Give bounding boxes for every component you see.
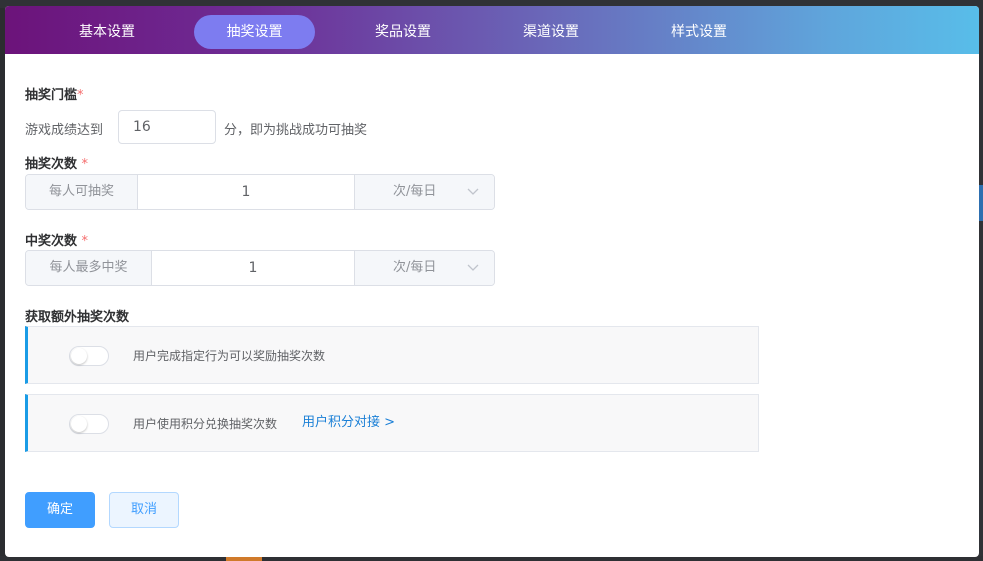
tab-channel-settings[interactable]: 渠道设置: [491, 15, 611, 49]
draw-count-unit: 次/每日: [393, 184, 437, 199]
draw-count-unit-select[interactable]: 次/每日: [354, 175, 494, 209]
win-count-input[interactable]: 1: [152, 251, 354, 285]
extra-draws-label: 获取额外抽奖次数: [25, 310, 130, 325]
toggle-knob: [71, 416, 87, 432]
lottery-settings-dialog: 基本设置 抽奖设置 奖品设置 渠道设置 样式设置 抽奖门槛* 游戏成绩达到 16…: [5, 6, 979, 557]
win-count-unit: 次/每日: [393, 260, 437, 275]
chevron-down-icon: [467, 264, 479, 271]
points-exchange-desc: 用户使用积分兑换抽奖次数: [133, 417, 278, 431]
tab-bar: 基本设置 抽奖设置 奖品设置 渠道设置 样式设置: [5, 6, 979, 54]
draw-count-input[interactable]: 1: [138, 175, 354, 209]
behavior-reward-desc: 用户完成指定行为可以奖励抽奖次数: [133, 349, 326, 363]
cancel-button[interactable]: 取消: [109, 492, 179, 528]
threshold-label-text: 抽奖门槛: [25, 88, 78, 103]
threshold-prefix: 游戏成绩达到: [25, 123, 104, 138]
required-mark: *: [77, 88, 84, 103]
win-count-label-text: 中奖次数: [25, 234, 78, 249]
win-count-prepend: 每人最多中奖: [26, 251, 152, 285]
confirm-button[interactable]: 确定: [25, 492, 95, 528]
draw-count-input-group: 每人可抽奖 1 次/每日: [25, 174, 495, 210]
extra-option-card: 用户完成指定行为可以奖励抽奖次数: [25, 326, 759, 384]
win-count-label: 中奖次数 *: [25, 230, 88, 249]
win-count-unit-select[interactable]: 次/每日: [354, 251, 494, 285]
points-integration-link[interactable]: 用户积分对接 >: [302, 414, 395, 432]
threshold-suffix: 分，即为挑战成功可抽奖: [224, 123, 368, 138]
chevron-down-icon: [467, 188, 479, 195]
required-mark: *: [81, 157, 89, 172]
required-mark: *: [81, 234, 89, 249]
threshold-label: 抽奖门槛*: [25, 84, 84, 103]
tab-style-settings[interactable]: 样式设置: [639, 15, 759, 49]
tab-basic-settings[interactable]: 基本设置: [47, 15, 167, 49]
tab-lottery-settings[interactable]: 抽奖设置: [194, 15, 315, 49]
draw-count-label-text: 抽奖次数: [25, 157, 78, 172]
behavior-reward-toggle[interactable]: [69, 346, 109, 366]
points-exchange-toggle[interactable]: [69, 414, 109, 434]
score-threshold-input[interactable]: 16: [118, 110, 216, 144]
win-count-input-group: 每人最多中奖 1 次/每日: [25, 250, 495, 286]
tab-prize-settings[interactable]: 奖品设置: [343, 15, 463, 49]
draw-count-prepend: 每人可抽奖: [26, 175, 138, 209]
draw-count-label: 抽奖次数 *: [25, 153, 88, 172]
extra-option-card: 用户使用积分兑换抽奖次数 用户积分对接 >: [25, 394, 759, 452]
toggle-knob: [71, 348, 87, 364]
